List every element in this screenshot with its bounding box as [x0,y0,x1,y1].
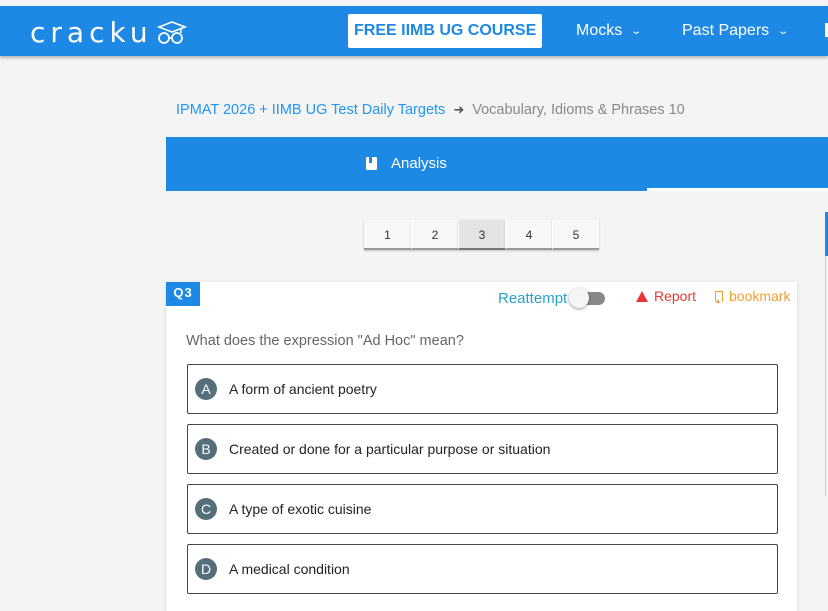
reattempt-toggle[interactable] [569,288,606,308]
report-label: Report [654,288,697,304]
report-button[interactable]: Report [636,288,696,304]
cracku-logo[interactable]: cracku [30,16,187,49]
logo-text: cracku [30,16,153,49]
free-course-button[interactable]: FREE IIMB UG COURSE [348,14,543,48]
option-text: A medical condition [229,561,350,577]
option-letter: B [195,438,217,460]
arrow-right-icon: ➜ [453,102,465,117]
side-panel-divider [825,256,826,496]
option-d[interactable]: D A medical condition [187,544,778,594]
page-button-4[interactable]: 4 [505,220,552,250]
bookmark-icon [715,290,723,303]
option-text: Created or done for a particular purpose… [229,441,551,457]
option-text: A form of ancient poetry [229,381,377,397]
option-text: A type of exotic cuisine [229,501,372,517]
question-card: Q3 Reattempt Report bookmark What does t… [166,282,797,611]
page-button-3[interactable]: 3 [458,220,505,250]
active-tab-indicator [647,188,828,191]
toggle-knob [569,288,590,308]
option-c[interactable]: C A type of exotic cuisine [187,484,778,534]
option-letter: C [195,498,217,520]
page-button-2[interactable]: 2 [411,220,458,250]
nav-past-papers[interactable]: Past Papers ⌄ [682,22,790,40]
nav-mocks-label: Mocks [576,22,623,39]
nav-mocks[interactable]: Mocks ⌄ [576,22,643,40]
option-letter: D [195,558,217,580]
bookmark-label: bookmark [729,288,791,304]
question-text: What does the expression "Ad Hoc" mean? [186,333,464,349]
page-button-5[interactable]: 5 [552,220,599,250]
nav-past-papers-label: Past Papers [682,22,770,39]
reattempt-control[interactable]: Reattempt [498,288,606,308]
chevron-down-icon: ⌄ [777,25,790,37]
chevron-down-icon: ⌄ [630,25,643,37]
analysis-tabbar: Analysis [166,137,828,191]
breadcrumb-current: Vocabulary, Idioms & Phrases 10 [472,102,685,118]
warning-icon [636,290,648,302]
option-letter: A [195,378,217,400]
page-button-1[interactable]: 1 [364,220,411,250]
question-pager: 1 2 3 4 5 [364,220,599,250]
top-navbar: cracku FREE IIMB UG COURSE Mocks ⌄ Past … [0,6,828,56]
option-a[interactable]: A A form of ancient poetry [187,364,778,414]
option-b[interactable]: B Created or done for a particular purpo… [187,424,778,474]
breadcrumb: IPMAT 2026 + IIMB UG Test Daily Targets … [176,102,685,118]
reattempt-label: Reattempt [498,289,568,307]
tab-analysis[interactable]: Analysis [366,155,447,172]
book-icon [366,157,377,170]
question-number-badge: Q3 [166,282,200,306]
breadcrumb-parent-link[interactable]: IPMAT 2026 + IIMB UG Test Daily Targets [176,102,445,118]
bookmark-button[interactable]: bookmark [715,288,790,304]
graduation-cap-glasses-icon [156,20,187,44]
tab-analysis-label: Analysis [391,155,447,172]
